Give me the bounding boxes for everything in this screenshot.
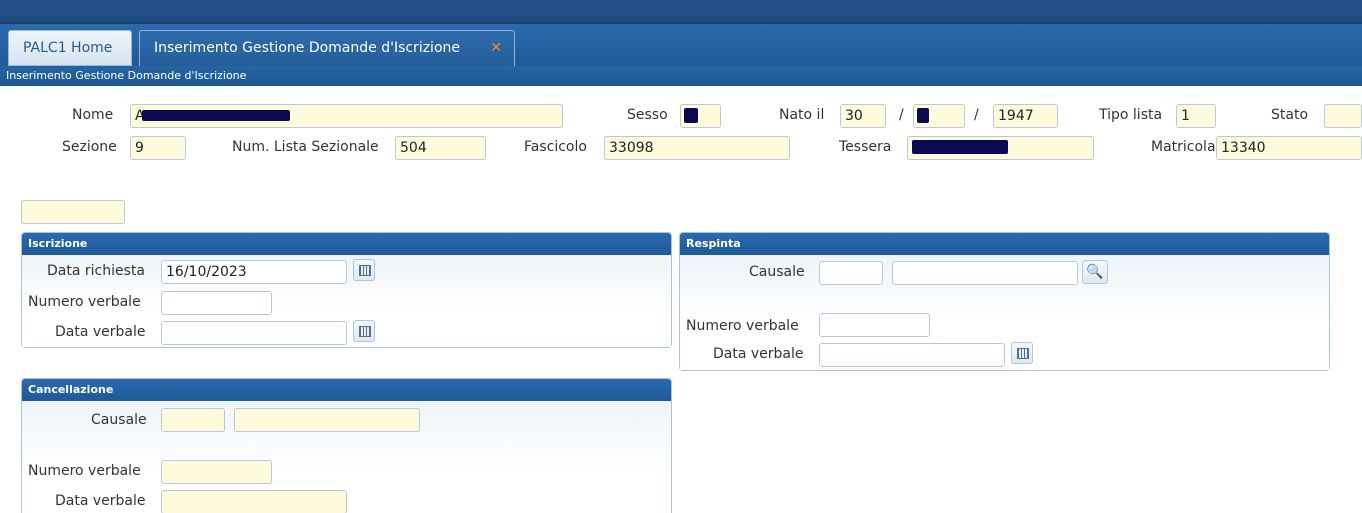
iscrizione-data-verbale-label: Data verbale xyxy=(55,324,146,340)
nato-year-field[interactable]: 1947 xyxy=(993,104,1058,128)
respinta-causale-desc-field[interactable] xyxy=(892,261,1078,285)
date-separator: / xyxy=(899,107,904,123)
nato-day-field[interactable]: 30 xyxy=(840,104,886,128)
fascicolo-field[interactable]: 33098 xyxy=(604,136,790,160)
sesso-label: Sesso xyxy=(627,107,668,123)
cancellazione-data-verbale-label: Data verbale xyxy=(55,493,146,509)
iscrizione-numero-verbale-label: Numero verbale xyxy=(28,294,141,310)
respinta-causale-label: Causale xyxy=(749,264,805,280)
standalone-field[interactable] xyxy=(21,200,125,224)
month-redaction xyxy=(917,108,929,123)
respinta-data-verbale-label: Data verbale xyxy=(713,346,804,362)
calendar-icon[interactable] xyxy=(353,259,375,281)
nato-il-label: Nato il xyxy=(779,107,825,123)
sesso-redaction xyxy=(684,108,698,123)
matricola-label: Matricola xyxy=(1151,139,1216,155)
calendar-icon[interactable] xyxy=(1011,342,1033,364)
respinta-title: Respinta xyxy=(680,233,1329,255)
iscrizione-title: Iscrizione xyxy=(22,233,671,255)
tab-inserimento-domande[interactable]: Inserimento Gestione Domande d'Iscrizion… xyxy=(139,30,515,66)
top-bar xyxy=(0,0,1362,24)
close-icon[interactable]: ✕ xyxy=(490,31,502,65)
respinta-causale-code-field[interactable] xyxy=(819,261,883,285)
respinta-numero-verbale-field[interactable] xyxy=(819,313,930,337)
num-lista-label: Num. Lista Sezionale xyxy=(232,139,379,155)
num-lista-field[interactable]: 504 xyxy=(395,136,486,160)
cancellazione-data-verbale-field[interactable] xyxy=(161,490,347,513)
search-icon[interactable]: 🔍 xyxy=(1082,260,1108,284)
tab-palc1-home[interactable]: PALC1 Home xyxy=(8,30,132,66)
iscrizione-numero-verbale-field[interactable] xyxy=(161,291,272,315)
cancellazione-causale-label: Causale xyxy=(91,412,147,428)
sezione-field[interactable]: 9 xyxy=(130,136,186,160)
fascicolo-label: Fascicolo xyxy=(524,139,587,155)
tessera-redaction xyxy=(912,140,1008,154)
tipo-lista-field[interactable]: 1 xyxy=(1176,104,1216,128)
cancellazione-causale-code-field[interactable] xyxy=(161,408,225,432)
tessera-label: Tessera xyxy=(839,139,892,155)
iscrizione-data-verbale-field[interactable] xyxy=(161,321,347,345)
iscrizione-data-richiesta-field[interactable]: 16/10/2023 xyxy=(161,260,347,284)
iscrizione-data-richiesta-label: Data richiesta xyxy=(47,263,145,279)
tab-home-label: PALC1 Home xyxy=(23,40,113,56)
nome-label: Nome xyxy=(72,107,114,123)
sezione-label: Sezione xyxy=(62,139,117,155)
stato-label: Stato xyxy=(1271,107,1309,123)
cancellazione-numero-verbale-label: Numero verbale xyxy=(28,463,141,479)
cancellazione-title: Cancellazione xyxy=(22,379,671,401)
cancellazione-causale-desc-field[interactable] xyxy=(234,408,420,432)
calendar-icon[interactable] xyxy=(353,320,375,342)
nome-redaction xyxy=(142,110,290,121)
cancellazione-numero-verbale-field[interactable] xyxy=(161,460,272,484)
matricola-field[interactable]: 13340 xyxy=(1216,136,1362,160)
respinta-data-verbale-field[interactable] xyxy=(819,343,1005,367)
tab-strip: PALC1 Home Inserimento Gestione Domande … xyxy=(0,24,1362,66)
tipo-lista-label: Tipo lista xyxy=(1099,107,1163,123)
date-separator: / xyxy=(974,107,979,123)
stato-field[interactable] xyxy=(1324,104,1362,128)
respinta-numero-verbale-label: Numero verbale xyxy=(686,318,799,334)
page-subtitle: Inserimento Gestione Domande d'Iscrizion… xyxy=(0,66,1362,86)
tab-active-label: Inserimento Gestione Domande d'Iscrizion… xyxy=(154,40,460,56)
